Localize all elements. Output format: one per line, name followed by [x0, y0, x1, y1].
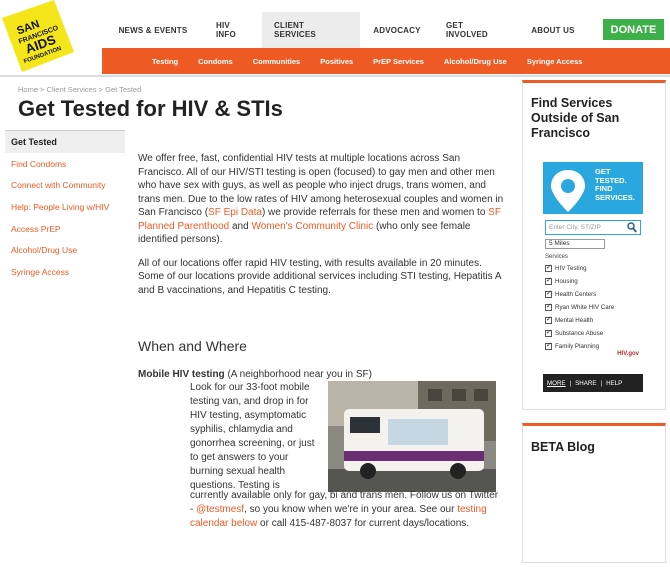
- mobile-testing-text: Look for our 33-foot mobile testing van,…: [190, 382, 315, 491]
- checkbox-icon[interactable]: [545, 302, 552, 311]
- intro-text-b: ) we provide referrals for these men and…: [261, 207, 489, 218]
- main-navigation: NEWS & EVENTS HIV INFO CLIENT SERVICES A…: [102, 12, 670, 48]
- mobile-details-text-c: or call 415-487-8037 for current days/lo…: [257, 518, 470, 529]
- share-link[interactable]: SHARE: [575, 380, 596, 387]
- leftnav-access-prep[interactable]: Access PrEP: [5, 218, 125, 240]
- mobile-testing-heading: Mobile HIV testing: [138, 369, 225, 380]
- locator-banner: GET TESTED. FIND SERVICES.: [543, 162, 643, 214]
- leftnav-current-get-tested[interactable]: Get Tested: [5, 130, 125, 153]
- mobile-details-text-b: , so you know when we're in your area. S…: [244, 504, 458, 515]
- intro-paragraph-1: We offer free, fast, confidential HIV te…: [138, 152, 508, 247]
- distance-select[interactable]: 5 Miles: [545, 239, 605, 249]
- checkbox-icon[interactable]: [545, 263, 552, 272]
- nav-news-events[interactable]: NEWS & EVENTS: [102, 12, 204, 48]
- location-search-input[interactable]: Enter City, ST/ZIP: [545, 220, 641, 235]
- testing-van-photo: [328, 381, 496, 492]
- intro-content: We offer free, fast, confidential HIV te…: [138, 152, 508, 307]
- search-icon[interactable]: [627, 222, 637, 233]
- more-link[interactable]: MORE: [547, 380, 566, 387]
- when-where-heading: When and Where: [138, 338, 247, 354]
- services-label: Services: [545, 254, 569, 260]
- service-label: Ryan White HIV Care: [555, 303, 615, 311]
- nav-hiv-info[interactable]: HIV INFO: [204, 12, 262, 48]
- service-checkbox-mental-health[interactable]: Mental Health: [545, 315, 643, 325]
- service-label: HIV Testing: [555, 264, 587, 272]
- intro-text-c: and: [229, 220, 252, 232]
- service-label: Health Centers: [555, 290, 597, 298]
- service-checkbox-family-planning[interactable]: Family Planning: [545, 341, 643, 351]
- womens-clinic-link[interactable]: Women's Community Clinic: [251, 221, 373, 232]
- leftnav-help-people-living[interactable]: Help: People Living w/HIV: [5, 196, 125, 218]
- service-checkbox-health-centers[interactable]: Health Centers: [545, 289, 643, 299]
- leftnav-connect-community[interactable]: Connect with Community: [5, 175, 125, 197]
- page-title: Get Tested for HIV & STIs: [18, 96, 283, 121]
- leftnav-alcohol-drug-use[interactable]: Alcohol/Drug Use: [5, 239, 125, 261]
- nav-advocacy[interactable]: ADVOCACY: [360, 12, 434, 48]
- checkbox-icon[interactable]: [545, 276, 552, 285]
- location-pin-icon: [551, 170, 585, 212]
- service-checkbox-ryan-white[interactable]: Ryan White HIV Care: [545, 302, 643, 312]
- twitter-link[interactable]: @testmesf: [196, 504, 244, 515]
- blog-title[interactable]: BETA Blog: [531, 440, 595, 454]
- service-checkbox-substance-abuse[interactable]: Substance Abuse: [545, 328, 643, 338]
- subnav-testing[interactable]: Testing: [142, 57, 188, 66]
- donate-button[interactable]: DONATE: [603, 19, 664, 40]
- locator-brand: GET TESTED. FIND SERVICES.: [595, 167, 641, 202]
- subnav-positives[interactable]: Positives: [310, 57, 363, 66]
- header-divider: [0, 75, 670, 77]
- mobile-testing-subheading: (A neighborhood near you in SF): [224, 369, 372, 380]
- section-navigation: Get Tested Find Condoms Connect with Com…: [5, 130, 125, 283]
- logo-graphic: SAN FRANCISCO AIDS FOUNDATION: [2, 0, 74, 72]
- breadcrumb[interactable]: Home > Client Services > Get Tested: [18, 85, 141, 94]
- find-services-sidebar: Find Services Outside of San Francisco G…: [522, 80, 666, 410]
- subnav-prep-services[interactable]: PrEP Services: [363, 57, 434, 66]
- leftnav-syringe-access[interactable]: Syringe Access: [5, 261, 125, 283]
- service-label: Housing: [555, 277, 578, 285]
- subnav-condoms[interactable]: Condoms: [188, 57, 243, 66]
- site-logo[interactable]: SAN FRANCISCO AIDS FOUNDATION: [0, 0, 92, 72]
- service-label: Mental Health: [555, 316, 594, 324]
- checkbox-icon[interactable]: [545, 341, 552, 350]
- brand-line-4: SERVICES.: [595, 192, 635, 202]
- hiv-services-locator-widget: GET TESTED. FIND SERVICES. Enter City, S…: [543, 162, 643, 392]
- service-checkbox-housing[interactable]: Housing: [545, 276, 643, 286]
- mobile-testing-details: currently available only for gay, bi and…: [190, 489, 502, 531]
- intro-paragraph-2: All of our locations offer rapid HIV tes…: [138, 257, 501, 296]
- leftnav-find-condoms[interactable]: Find Condoms: [5, 153, 125, 175]
- sf-epi-data-link[interactable]: SF Epi Data: [208, 207, 262, 218]
- hivgov-logo: HIV.gov: [617, 351, 639, 357]
- nav-about-us[interactable]: ABOUT US: [516, 12, 590, 48]
- help-link[interactable]: HELP: [606, 380, 622, 387]
- service-label: Family Planning: [555, 342, 600, 350]
- nav-client-services[interactable]: CLIENT SERVICES: [262, 12, 360, 48]
- beta-blog-box: BETA Blog: [522, 423, 666, 563]
- footer-separator: |: [600, 379, 603, 387]
- nav-get-involved[interactable]: GET INVOLVED: [434, 12, 516, 48]
- subnav-alcohol-drug-use[interactable]: Alcohol/Drug Use: [434, 57, 517, 66]
- footer-separator: |: [569, 379, 572, 387]
- subnav-syringe-access[interactable]: Syringe Access: [517, 57, 593, 66]
- checkbox-icon[interactable]: [545, 289, 552, 298]
- sidebar-title: Find Services Outside of San Francisco: [531, 96, 620, 140]
- mobile-testing-heading-line: Mobile HIV testing (A neighborhood near …: [138, 368, 508, 382]
- checkbox-icon[interactable]: [545, 328, 552, 337]
- checkbox-icon[interactable]: [545, 315, 552, 324]
- locator-footer: MORE | SHARE | HELP: [543, 374, 643, 392]
- subnav-communities[interactable]: Communities: [243, 57, 311, 66]
- service-checkbox-hiv-testing[interactable]: HIV Testing: [545, 263, 643, 273]
- search-placeholder: Enter City, ST/ZIP: [549, 224, 601, 231]
- service-label: Substance Abuse: [555, 329, 604, 337]
- sub-navigation: Testing Condoms Communities Positives Pr…: [102, 48, 670, 74]
